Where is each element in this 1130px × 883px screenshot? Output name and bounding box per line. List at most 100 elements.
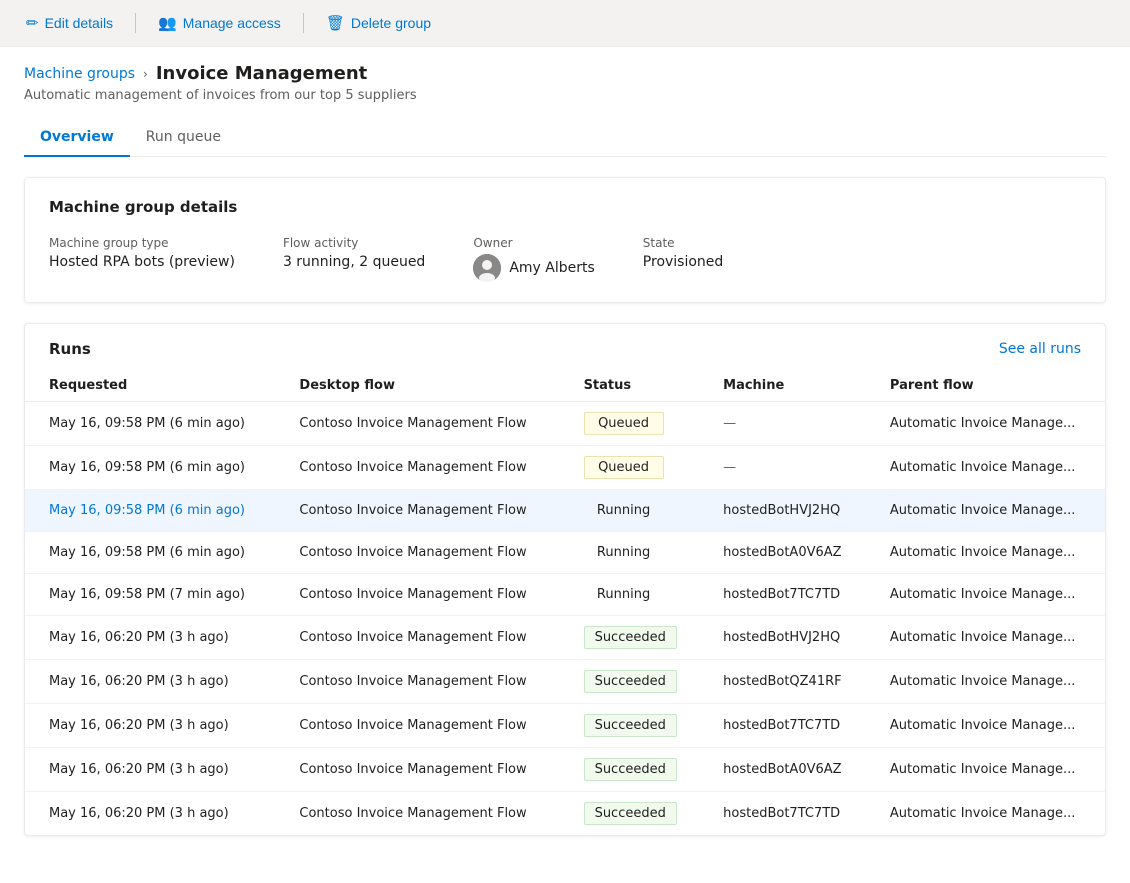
status-badge: Queued xyxy=(584,456,664,479)
machine-details-title: Machine group details xyxy=(49,198,1081,216)
flow-activity-item: Flow activity 3 running, 2 queued xyxy=(283,236,425,270)
cell-desktop-flow: Contoso Invoice Management Flow xyxy=(275,616,559,660)
cell-requested: May 16, 09:58 PM (6 min ago) xyxy=(25,490,275,532)
cell-machine: — xyxy=(699,446,866,490)
table-row: May 16, 09:58 PM (6 min ago)Contoso Invo… xyxy=(25,402,1105,446)
cell-desktop-flow: Contoso Invoice Management Flow xyxy=(275,446,559,490)
cell-machine: hostedBotHVJ2HQ xyxy=(699,490,866,532)
breadcrumb: Machine groups › Invoice Management xyxy=(24,63,1106,84)
table-row: May 16, 09:58 PM (6 min ago)Contoso Invo… xyxy=(25,446,1105,490)
cell-parent-flow: Automatic Invoice Manage... xyxy=(866,446,1105,490)
cell-desktop-flow: Contoso Invoice Management Flow xyxy=(275,574,559,616)
cell-requested: May 16, 06:20 PM (3 h ago) xyxy=(25,660,275,704)
owner-value: Amy Alberts xyxy=(509,260,594,276)
table-row: May 16, 06:20 PM (3 h ago)Contoso Invoic… xyxy=(25,616,1105,660)
status-badge: Queued xyxy=(584,412,664,435)
cell-parent-flow: Automatic Invoice Manage... xyxy=(866,574,1105,616)
cell-status: Running xyxy=(560,574,700,616)
breadcrumb-parent-link[interactable]: Machine groups xyxy=(24,66,135,82)
avatar-icon xyxy=(473,254,501,282)
status-badge: Running xyxy=(584,500,664,521)
manage-label: Manage access xyxy=(183,15,281,31)
cell-desktop-flow: Contoso Invoice Management Flow xyxy=(275,704,559,748)
machine-group-details-card: Machine group details Machine group type… xyxy=(24,177,1106,303)
cell-requested: May 16, 09:58 PM (6 min ago) xyxy=(25,446,275,490)
owner-row: Amy Alberts xyxy=(473,254,594,282)
manage-access-button[interactable]: 👥 Manage access xyxy=(148,8,291,38)
page-title: Invoice Management xyxy=(156,63,367,84)
status-badge: Running xyxy=(584,584,664,605)
cell-machine: hostedBotQZ41RF xyxy=(699,660,866,704)
cell-status: Succeeded xyxy=(560,660,700,704)
table-row: May 16, 06:20 PM (3 h ago)Contoso Invoic… xyxy=(25,704,1105,748)
page-container: Machine groups › Invoice Management Auto… xyxy=(0,47,1130,852)
edit-details-button[interactable]: ✏ Edit details xyxy=(16,8,123,38)
cell-requested: May 16, 09:58 PM (6 min ago) xyxy=(25,402,275,446)
tab-overview[interactable]: Overview xyxy=(24,119,130,157)
cell-desktop-flow: Contoso Invoice Management Flow xyxy=(275,660,559,704)
see-all-runs-link[interactable]: See all runs xyxy=(999,341,1081,357)
cell-machine: — xyxy=(699,402,866,446)
runs-header: Runs See all runs xyxy=(25,324,1105,370)
col-machine: Machine xyxy=(699,370,866,402)
cell-desktop-flow: Contoso Invoice Management Flow xyxy=(275,792,559,836)
cell-desktop-flow: Contoso Invoice Management Flow xyxy=(275,748,559,792)
table-row: May 16, 09:58 PM (7 min ago)Contoso Invo… xyxy=(25,574,1105,616)
col-desktop-flow: Desktop flow xyxy=(275,370,559,402)
cell-status: Succeeded xyxy=(560,616,700,660)
table-row: May 16, 09:58 PM (6 min ago)Contoso Invo… xyxy=(25,532,1105,574)
status-badge: Succeeded xyxy=(584,670,677,693)
table-row: May 16, 06:20 PM (3 h ago)Contoso Invoic… xyxy=(25,792,1105,836)
status-badge: Succeeded xyxy=(584,714,677,737)
table-row: May 16, 06:20 PM (3 h ago)Contoso Invoic… xyxy=(25,748,1105,792)
manage-icon: 👥 xyxy=(158,14,177,32)
col-parent-flow: Parent flow xyxy=(866,370,1105,402)
toolbar-divider-1 xyxy=(135,13,136,33)
cell-requested: May 16, 06:20 PM (3 h ago) xyxy=(25,748,275,792)
cell-parent-flow: Automatic Invoice Manage... xyxy=(866,616,1105,660)
page-subtitle: Automatic management of invoices from ou… xyxy=(24,88,1106,103)
cell-requested: May 16, 06:20 PM (3 h ago) xyxy=(25,704,275,748)
cell-parent-flow: Automatic Invoice Manage... xyxy=(866,660,1105,704)
col-status: Status xyxy=(560,370,700,402)
status-badge: Running xyxy=(584,542,664,563)
state-item: State Provisioned xyxy=(643,236,724,270)
cell-status: Running xyxy=(560,532,700,574)
flow-activity-value: 3 running, 2 queued xyxy=(283,254,425,270)
owner-label: Owner xyxy=(473,236,594,250)
status-badge: Succeeded xyxy=(584,802,677,825)
runs-card: Runs See all runs Requested Desktop flow… xyxy=(24,323,1106,836)
breadcrumb-separator: › xyxy=(143,67,148,81)
runs-table-body: May 16, 09:58 PM (6 min ago)Contoso Invo… xyxy=(25,402,1105,836)
cell-requested: May 16, 09:58 PM (7 min ago) xyxy=(25,574,275,616)
cell-parent-flow: Automatic Invoice Manage... xyxy=(866,532,1105,574)
cell-status: Running xyxy=(560,490,700,532)
cell-parent-flow: Automatic Invoice Manage... xyxy=(866,704,1105,748)
runs-table: Requested Desktop flow Status Machine Pa… xyxy=(25,370,1105,835)
requested-link[interactable]: May 16, 09:58 PM (6 min ago) xyxy=(49,503,245,518)
cell-parent-flow: Automatic Invoice Manage... xyxy=(866,748,1105,792)
delete-group-button[interactable]: 🗑 Delete group xyxy=(316,8,441,38)
cell-machine: hostedBotHVJ2HQ xyxy=(699,616,866,660)
cell-parent-flow: Automatic Invoice Manage... xyxy=(866,792,1105,836)
machine-type-label: Machine group type xyxy=(49,236,235,250)
toolbar: ✏ Edit details 👥 Manage access 🗑 Delete … xyxy=(0,0,1130,47)
delete-label: Delete group xyxy=(351,15,431,31)
runs-table-header: Requested Desktop flow Status Machine Pa… xyxy=(25,370,1105,402)
tab-run-queue[interactable]: Run queue xyxy=(130,119,237,157)
tabs: Overview Run queue xyxy=(24,119,1106,157)
cell-status: Queued xyxy=(560,402,700,446)
flow-activity-label: Flow activity xyxy=(283,236,425,250)
cell-parent-flow: Automatic Invoice Manage... xyxy=(866,490,1105,532)
cell-machine: hostedBot7TC7TD xyxy=(699,574,866,616)
status-badge: Succeeded xyxy=(584,758,677,781)
edit-icon: ✏ xyxy=(26,14,39,32)
avatar xyxy=(473,254,501,282)
details-grid: Machine group type Hosted RPA bots (prev… xyxy=(49,236,1081,282)
cell-status: Succeeded xyxy=(560,748,700,792)
cell-desktop-flow: Contoso Invoice Management Flow xyxy=(275,532,559,574)
cell-machine: hostedBot7TC7TD xyxy=(699,704,866,748)
table-row: May 16, 06:20 PM (3 h ago)Contoso Invoic… xyxy=(25,660,1105,704)
toolbar-divider-2 xyxy=(303,13,304,33)
edit-label: Edit details xyxy=(45,15,113,31)
